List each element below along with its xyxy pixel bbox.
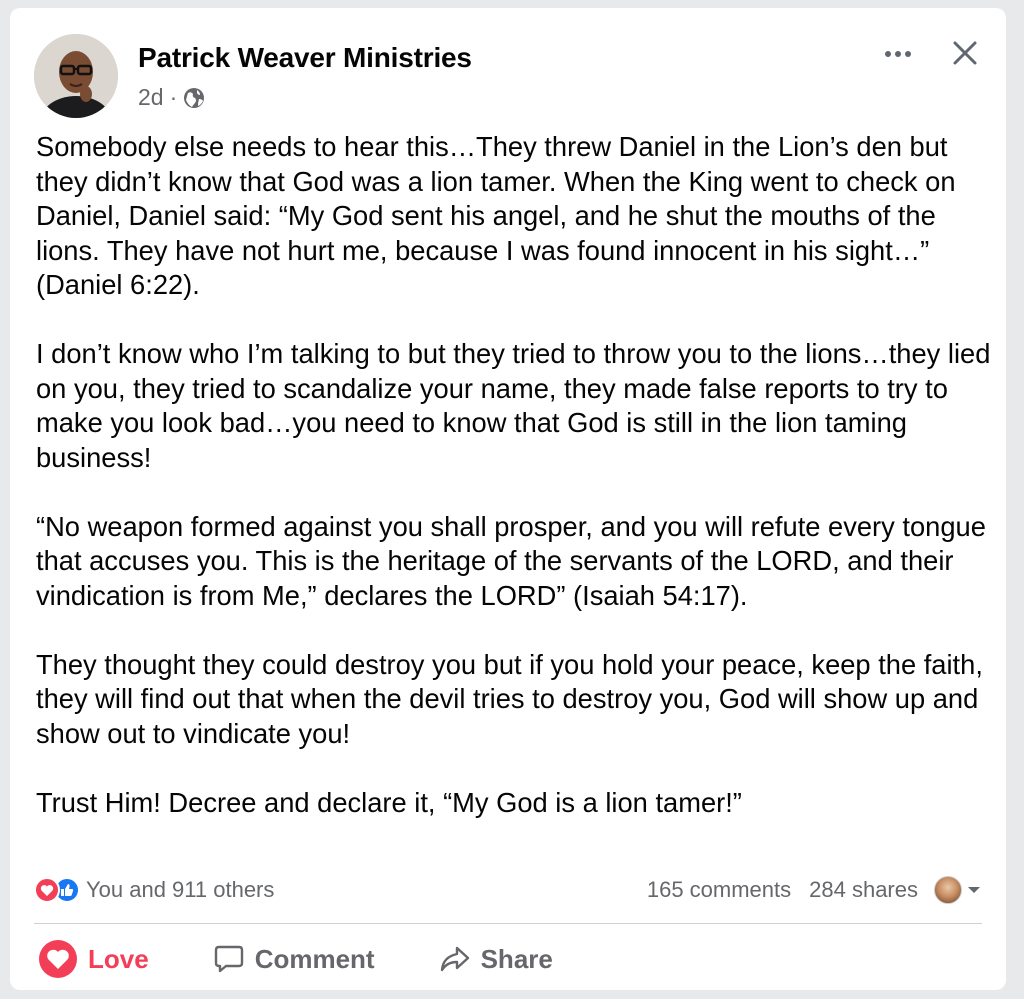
post-card: Patrick Weaver Ministries 2d · Somebody … xyxy=(10,8,1006,990)
love-label: Love xyxy=(88,943,149,974)
post-stats: You and 911 others 165 comments 284 shar… xyxy=(34,872,982,908)
viewer-avatar xyxy=(934,876,962,904)
post-header: Patrick Weaver Ministries 2d · xyxy=(34,34,986,118)
viewer-selector[interactable] xyxy=(934,876,982,904)
share-icon xyxy=(440,946,469,972)
shares-count[interactable]: 284 shares xyxy=(809,877,918,903)
comment-button[interactable]: Comment xyxy=(213,943,375,975)
comments-count[interactable]: 165 comments xyxy=(647,877,791,903)
divider xyxy=(34,923,982,924)
author-avatar[interactable] xyxy=(34,34,118,118)
more-options-icon[interactable] xyxy=(880,40,916,68)
post-meta: 2d · xyxy=(138,84,205,111)
love-reaction-icon xyxy=(34,877,60,903)
post-paragraph: They thought they could destroy you but … xyxy=(36,648,983,749)
author-name[interactable]: Patrick Weaver Ministries xyxy=(138,42,472,74)
share-button[interactable]: Share xyxy=(439,943,553,975)
comment-icon xyxy=(214,945,243,973)
avatar-image xyxy=(34,34,118,118)
close-icon[interactable] xyxy=(948,36,982,70)
share-label: Share xyxy=(480,943,553,974)
post-paragraph: “No weapon formed against you shall pros… xyxy=(36,510,986,611)
meta-separator: · xyxy=(169,84,178,110)
post-paragraph: I don’t know who I’m talking to but they… xyxy=(36,338,991,473)
globe-icon xyxy=(183,87,205,109)
comment-label: Comment xyxy=(254,943,375,974)
chevron-down-icon xyxy=(968,887,980,893)
post-actions: Love Comment Share xyxy=(34,934,982,984)
love-button[interactable]: Love xyxy=(38,939,149,979)
reactions-count[interactable]: You and 911 others xyxy=(86,877,274,903)
post-paragraph: Somebody else needs to hear this…They th… xyxy=(36,131,956,300)
post-paragraph: Trust Him! Decree and declare it, “My Go… xyxy=(36,786,742,818)
love-icon xyxy=(39,940,77,978)
post-body: Somebody else needs to hear this…They th… xyxy=(36,130,991,820)
reaction-icons[interactable] xyxy=(34,877,80,903)
post-time[interactable]: 2d xyxy=(138,84,164,111)
